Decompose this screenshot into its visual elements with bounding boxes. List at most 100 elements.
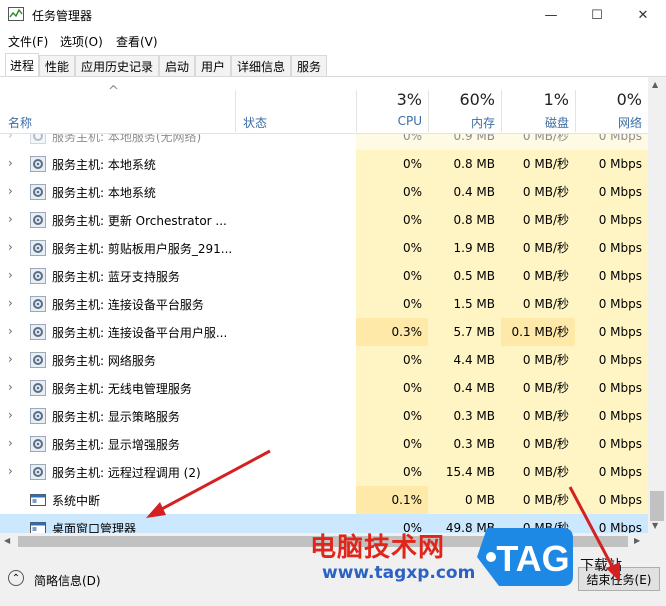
process-name: 服务主机: 更新 Orchestrator ...: [52, 214, 227, 228]
maximize-button[interactable]: ☐: [574, 0, 620, 30]
scroll-left-icon[interactable]: ◀: [4, 536, 10, 545]
table-row[interactable]: › 服务主机: 显示增强服务 0% 0.3 MB 0 MB/秒 0 Mbps: [0, 430, 648, 458]
process-name: 系统中断: [52, 494, 101, 508]
chevron-up-circle-icon[interactable]: ⌃: [8, 570, 24, 586]
column-status[interactable]: 状态: [243, 114, 267, 131]
chevron-right-icon[interactable]: ›: [8, 380, 13, 394]
table-row[interactable]: › 服务主机: 蓝牙支持服务 0% 0.5 MB 0 MB/秒 0 Mbps: [0, 262, 648, 290]
memory-value: 15.4 MB: [428, 458, 501, 486]
chevron-right-icon[interactable]: ›: [8, 184, 13, 198]
memory-value: 0.3 MB: [428, 402, 501, 430]
process-name: 服务主机: 连接设备平台服务: [52, 298, 204, 312]
process-name: 服务主机: 网络服务: [52, 354, 156, 368]
tab-users[interactable]: 用户: [195, 55, 231, 76]
table-row[interactable]: › 服务主机: 连接设备平台服务 0% 1.5 MB 0 MB/秒 0 Mbps: [0, 290, 648, 318]
gear-icon: [30, 408, 46, 424]
gear-icon: [30, 156, 46, 172]
menu-view[interactable]: 查看(V): [116, 33, 158, 50]
cpu-value: 0%: [356, 206, 428, 234]
scroll-down-icon[interactable]: ▼: [652, 521, 658, 530]
table-row[interactable]: › 服务主机: 网络服务 0% 4.4 MB 0 MB/秒 0 Mbps: [0, 346, 648, 374]
chevron-right-icon[interactable]: ›: [8, 212, 13, 226]
chevron-right-icon[interactable]: ›: [8, 324, 13, 338]
task-manager-icon: [8, 7, 24, 21]
network-total[interactable]: 0%: [575, 90, 642, 109]
gear-icon: [30, 436, 46, 452]
memory-total[interactable]: 60%: [428, 90, 495, 109]
column-name[interactable]: 名称: [8, 114, 32, 131]
column-memory[interactable]: 内存: [428, 114, 495, 131]
menu-file[interactable]: 文件(F): [8, 33, 48, 50]
disk-value: 0 MB/秒: [501, 346, 575, 374]
cpu-value: 0%: [356, 262, 428, 290]
process-name: 服务主机: 本地服务(无网络): [52, 134, 202, 144]
table-row[interactable]: › 服务主机: 本地服务(无网络) 0% 0.9 MB 0 MB/秒 0 Mbp…: [0, 134, 648, 150]
cpu-total[interactable]: 3%: [356, 90, 422, 109]
disk-total[interactable]: 1%: [501, 90, 569, 109]
gear-icon: [30, 352, 46, 368]
gear-icon: [30, 464, 46, 480]
memory-value: 0.9 MB: [428, 134, 501, 150]
chevron-right-icon[interactable]: ›: [8, 268, 13, 282]
disk-value: 0 MB/秒: [501, 234, 575, 262]
table-row[interactable]: › 服务主机: 剪贴板用户服务_291... 0% 1.9 MB 0 MB/秒 0 Mbp…: [0, 234, 648, 262]
table-row[interactable]: › 服务主机: 连接设备平台用户服... 0.3% 5.7 MB 0.1 MB/秒 0 M…: [0, 318, 648, 346]
window-title: 任务管理器: [32, 9, 93, 23]
tab-details[interactable]: 详细信息: [231, 55, 291, 76]
column-divider: [235, 90, 236, 132]
disk-value: 0 MB/秒: [501, 458, 575, 486]
tab-services[interactable]: 服务: [291, 55, 327, 76]
chevron-right-icon[interactable]: ›: [8, 296, 13, 310]
chevron-right-icon[interactable]: ›: [8, 156, 13, 170]
chevron-right-icon[interactable]: ›: [8, 134, 13, 142]
brief-info-link[interactable]: 简略信息(D): [34, 572, 101, 589]
close-button[interactable]: ✕: [620, 0, 666, 30]
vertical-scroll-thumb[interactable]: [650, 491, 664, 521]
chevron-right-icon[interactable]: ›: [8, 436, 13, 450]
process-name: 服务主机: 远程过程调用 (2): [52, 466, 201, 480]
process-name: 服务主机: 显示增强服务: [52, 438, 180, 452]
disk-value: 0 MB/秒: [501, 262, 575, 290]
column-network[interactable]: 网络: [575, 114, 642, 131]
tab-startup[interactable]: 启动: [159, 55, 195, 76]
network-value: 0 Mbps: [575, 178, 648, 206]
scroll-up-icon[interactable]: ▲: [652, 80, 658, 89]
disk-value: 0 MB/秒: [501, 134, 575, 150]
table-row[interactable]: › 服务主机: 显示策略服务 0% 0.3 MB 0 MB/秒 0 Mbps: [0, 402, 648, 430]
gear-icon: [30, 212, 46, 228]
tab-performance[interactable]: 性能: [39, 55, 75, 76]
tab-processes[interactable]: 进程: [5, 53, 39, 76]
table-row[interactable]: › 服务主机: 本地系统 0% 0.4 MB 0 MB/秒 0 Mbps: [0, 178, 648, 206]
scroll-right-icon[interactable]: ▶: [634, 536, 640, 545]
network-value: 0 Mbps: [575, 206, 648, 234]
table-row[interactable]: › 服务主机: 更新 Orchestrator ... 0% 0.8 MB 0 MB/秒…: [0, 206, 648, 234]
chevron-right-icon[interactable]: ›: [8, 408, 13, 422]
process-name: 服务主机: 本地系统: [52, 158, 156, 172]
sort-up-icon[interactable]: ^: [108, 84, 119, 99]
chevron-right-icon[interactable]: ›: [8, 240, 13, 254]
disk-value: 0 MB/秒: [501, 402, 575, 430]
vertical-scrollbar[interactable]: [648, 77, 666, 533]
memory-value: 0.8 MB: [428, 150, 501, 178]
chevron-right-icon[interactable]: ›: [8, 352, 13, 366]
process-name: 服务主机: 剪贴板用户服务_291...: [52, 242, 233, 256]
menu-options[interactable]: 选项(O): [60, 33, 103, 50]
cpu-value: 0.3%: [356, 318, 428, 346]
cpu-value: 0.1%: [356, 486, 428, 514]
disk-value: 0 MB/秒: [501, 206, 575, 234]
memory-value: 5.7 MB: [428, 318, 501, 346]
table-row[interactable]: › 服务主机: 无线电管理服务 0% 0.4 MB 0 MB/秒 0 Mbps: [0, 374, 648, 402]
gear-icon: [30, 184, 46, 200]
chevron-right-icon[interactable]: ›: [8, 464, 13, 478]
gear-icon: [30, 380, 46, 396]
column-cpu[interactable]: CPU: [356, 114, 422, 128]
table-row[interactable]: › 服务主机: 本地系统 0% 0.8 MB 0 MB/秒 0 Mbps: [0, 150, 648, 178]
table-row[interactable]: 系统中断 0.1% 0 MB 0 MB/秒 0 Mbps: [0, 486, 648, 514]
disk-value: 0 MB/秒: [501, 486, 575, 514]
network-value: 0 Mbps: [575, 290, 648, 318]
gear-icon: [30, 134, 46, 144]
tab-app-history[interactable]: 应用历史记录: [75, 55, 159, 76]
minimize-button[interactable]: —: [528, 0, 574, 30]
table-row[interactable]: › 服务主机: 远程过程调用 (2) 0% 15.4 MB 0 MB/秒 0 Mbps: [0, 458, 648, 486]
column-disk[interactable]: 磁盘: [501, 114, 569, 131]
